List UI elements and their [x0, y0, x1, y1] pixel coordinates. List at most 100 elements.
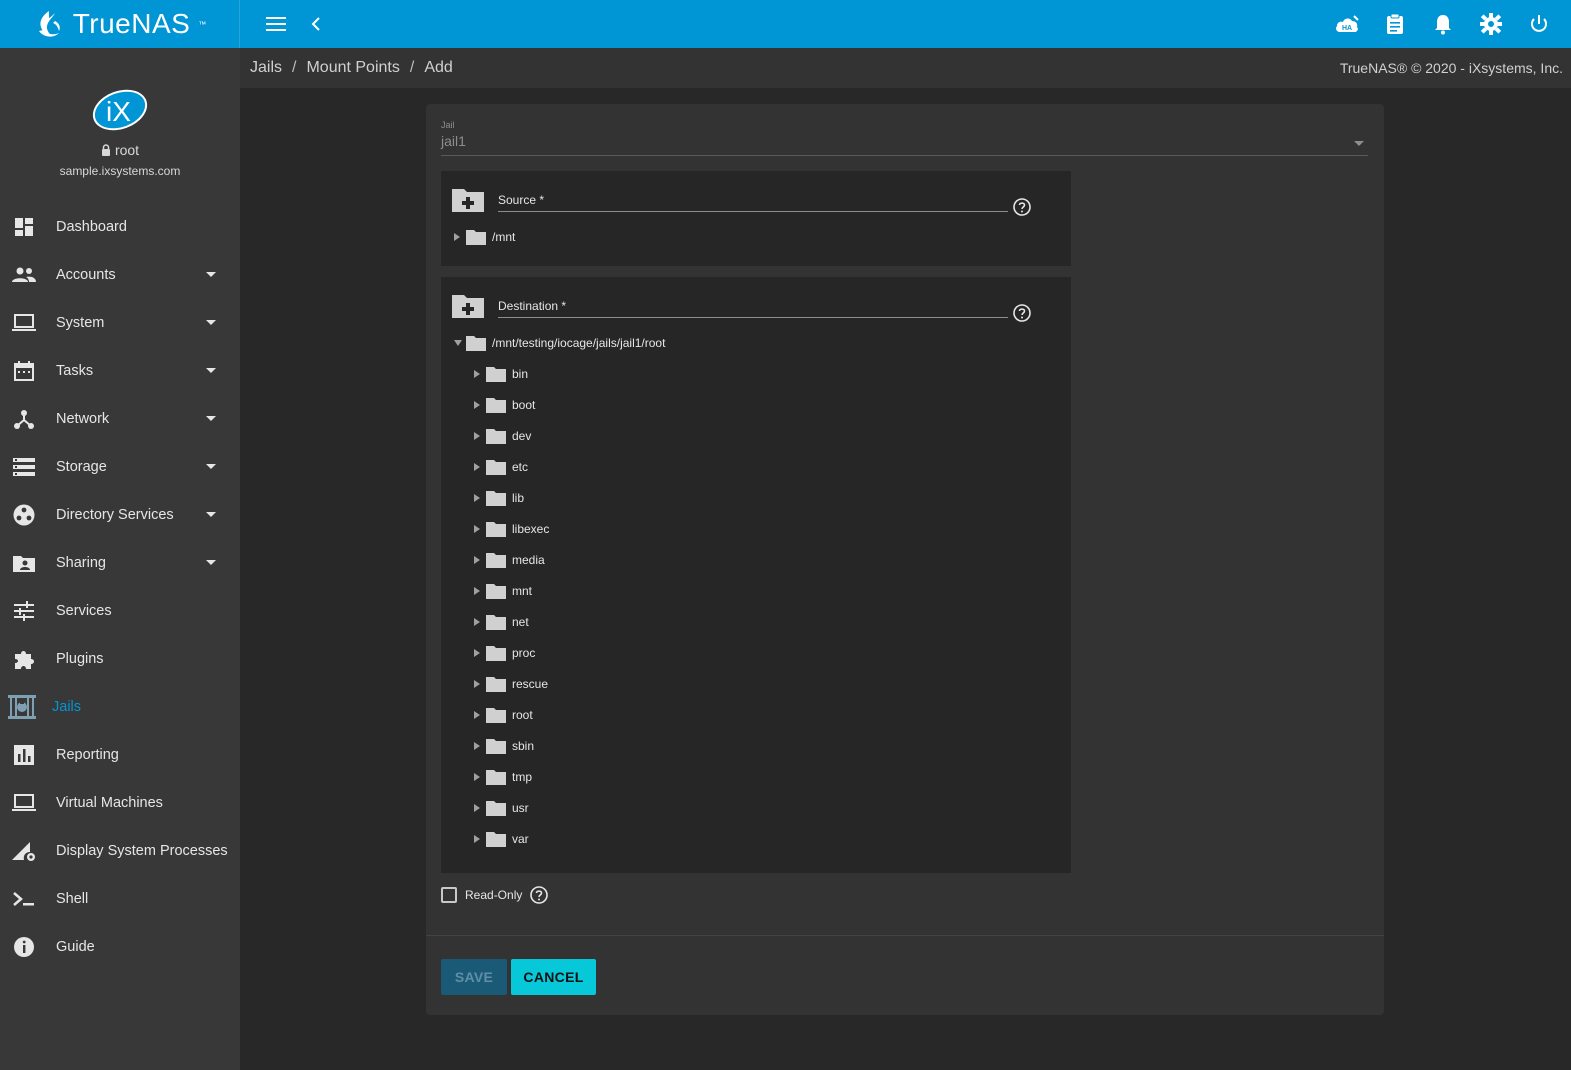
sidebar-item-directory-services[interactable]: Directory Services — [0, 491, 240, 539]
expand-icon[interactable] — [474, 431, 480, 440]
tree-node[interactable]: usr — [441, 792, 1071, 823]
tree-node-label: /mnt/testing/iocage/jails/jail1/root — [492, 335, 666, 350]
task-manager-button[interactable] — [1375, 0, 1415, 48]
sidebar-item-guide[interactable]: Guide — [0, 923, 240, 971]
power-icon — [1531, 15, 1547, 32]
readonly-checkbox[interactable] — [441, 887, 457, 903]
expand-icon[interactable] — [474, 834, 480, 843]
cancel-button[interactable]: CANCEL — [511, 959, 596, 995]
tree-node[interactable]: sbin — [441, 730, 1071, 761]
expand-icon[interactable] — [474, 803, 480, 812]
expand-icon[interactable] — [474, 400, 480, 409]
sidebar-item-accounts[interactable]: Accounts — [0, 251, 240, 299]
expand-icon[interactable] — [474, 772, 480, 781]
brand[interactable]: TrueNAS ™ — [0, 0, 240, 48]
menu-toggle-button[interactable] — [256, 0, 296, 48]
tree-node[interactable]: var — [441, 823, 1071, 854]
destination-field[interactable]: Destination * — [498, 299, 1008, 318]
expand-icon[interactable] — [474, 555, 480, 564]
breadcrumb-separator: / — [292, 59, 297, 76]
sidebar-item-label: Sharing — [56, 555, 106, 571]
virtual-machines-icon — [12, 794, 36, 811]
source-field[interactable]: Source * — [498, 193, 1008, 212]
expand-icon[interactable] — [474, 710, 480, 719]
tree-node[interactable]: /mnt — [441, 221, 1071, 252]
power-button[interactable] — [1519, 0, 1559, 48]
sidebar-item-label: Directory Services — [56, 507, 174, 523]
expand-icon[interactable] — [474, 369, 480, 378]
sidebar-item-system[interactable]: System — [0, 299, 240, 347]
expand-icon[interactable] — [474, 462, 480, 471]
expand-icon[interactable] — [474, 617, 480, 626]
tree-node[interactable]: tmp — [441, 761, 1071, 792]
create-folder-icon[interactable] — [452, 292, 484, 318]
create-folder-icon[interactable] — [452, 186, 484, 212]
tree-node-label: bin — [512, 366, 529, 381]
tree-node[interactable]: etc — [441, 451, 1071, 482]
tree-node[interactable]: lib — [441, 482, 1071, 513]
tree-node[interactable]: libexec — [441, 513, 1071, 544]
tree-node[interactable]: media — [441, 544, 1071, 575]
expand-icon[interactable] — [474, 648, 480, 657]
copyright: TrueNAS® © 2020 - iXsystems, Inc. — [1339, 60, 1563, 76]
chevron-down-icon — [206, 560, 216, 565]
sidebar-item-sharing[interactable]: Sharing — [0, 539, 240, 587]
tree-node-label: /mnt — [492, 229, 516, 244]
help-icon[interactable] — [1013, 304, 1031, 322]
tree-node-label: net — [512, 614, 529, 629]
tree-children: bin boot dev etc lib libexec media mnt net proc re… — [441, 358, 1071, 854]
breadcrumb-separator: / — [409, 59, 415, 76]
help-icon[interactable] — [530, 886, 549, 904]
sidebar-item-tasks[interactable]: Tasks — [0, 347, 240, 395]
sidebar-item-reporting[interactable]: Reporting — [0, 731, 240, 779]
ha-status-button[interactable]: HA — [1327, 0, 1367, 48]
expand-icon[interactable] — [474, 679, 480, 688]
collapse-icon[interactable] — [454, 339, 462, 346]
folder-icon — [466, 229, 486, 245]
expand-icon[interactable] — [474, 741, 480, 750]
svg-text:HA: HA — [1342, 25, 1352, 32]
sidebar-item-jails[interactable]: Jails — [0, 683, 240, 731]
sidebar-item-network[interactable]: Network — [0, 395, 240, 443]
expand-icon[interactable] — [454, 232, 460, 241]
breadcrumb-mount-points[interactable]: Mount Points — [306, 59, 399, 77]
folder-icon — [486, 397, 506, 413]
breadcrumb-jails[interactable]: Jails — [250, 59, 282, 77]
sidebar-item-display-system-processes[interactable]: Display System Processes — [0, 827, 240, 875]
help-icon[interactable] — [1013, 198, 1031, 216]
tree-node[interactable]: mnt — [441, 575, 1071, 606]
tree-node[interactable]: net — [441, 606, 1071, 637]
tree-node[interactable]: bin — [441, 358, 1071, 389]
tree-node[interactable]: dev — [441, 420, 1071, 451]
sidebar-item-virtual-machines[interactable]: Virtual Machines — [0, 779, 240, 827]
plugins-icon — [15, 651, 34, 669]
tree-node-label: rescue — [512, 676, 549, 691]
folder-icon — [486, 552, 506, 568]
sidebar-item-storage[interactable]: Storage — [0, 443, 240, 491]
folder-icon — [486, 521, 506, 537]
save-button[interactable]: SAVE — [441, 959, 507, 995]
sidebar-item-label: Network — [56, 411, 110, 427]
tree-node-label: etc — [512, 459, 529, 474]
collapse-sidebar-button[interactable] — [296, 0, 336, 48]
sidebar-item-plugins[interactable]: Plugins — [0, 635, 240, 683]
sidebar-item-shell[interactable]: Shell — [0, 875, 240, 923]
expand-icon[interactable] — [474, 493, 480, 502]
tree-node[interactable]: boot — [441, 389, 1071, 420]
sidebar-item-label: Storage — [56, 459, 107, 475]
jail-select[interactable]: Jail jail1 — [441, 120, 1368, 156]
tree-node-label: media — [512, 552, 545, 567]
tree-node[interactable]: /mnt/testing/iocage/jails/jail1/root — [441, 327, 1071, 358]
expand-icon[interactable] — [474, 524, 480, 533]
folder-icon — [486, 831, 506, 847]
chevron-down-icon — [1354, 141, 1364, 146]
tree-node[interactable]: proc — [441, 637, 1071, 668]
expand-icon[interactable] — [474, 586, 480, 595]
sidebar-item-services[interactable]: Services — [0, 587, 240, 635]
sidebar-item-dashboard[interactable]: Dashboard — [0, 203, 240, 251]
settings-button[interactable] — [1471, 0, 1511, 48]
tree-node[interactable]: root — [441, 699, 1071, 730]
tree-node[interactable]: rescue — [441, 668, 1071, 699]
notifications-button[interactable] — [1423, 0, 1463, 48]
jail-select-label: Jail — [441, 120, 455, 130]
